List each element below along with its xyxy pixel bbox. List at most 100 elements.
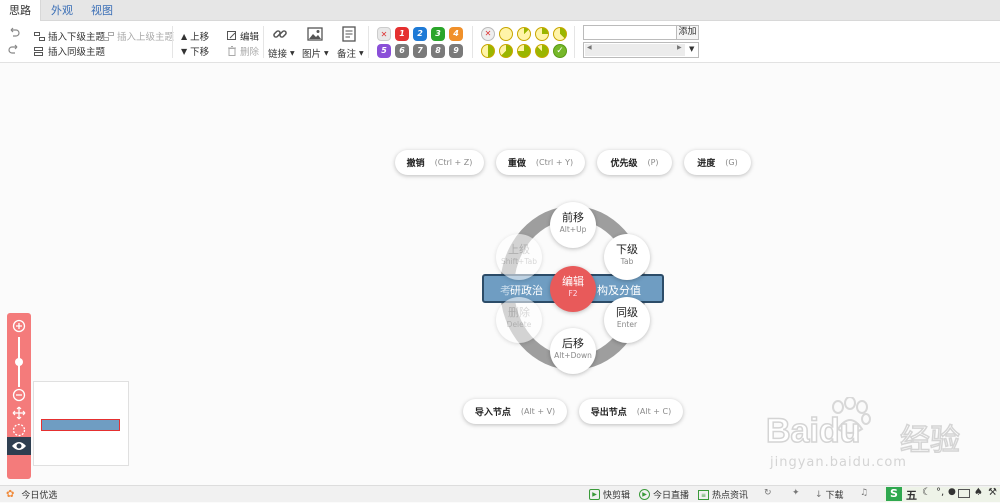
progress-2-button[interactable] [535,27,549,41]
topic-text-mid: 研政治 [510,284,543,297]
sound-icon[interactable]: ♫ [860,488,868,498]
priority-9-button[interactable]: 9 [449,44,463,58]
insert-sibling-button[interactable]: 插入同级主题 [34,44,105,58]
move-up-button[interactable]: ▲ 上移 [181,29,210,44]
zoom-in-icon[interactable] [12,319,26,333]
redo-shortcut-button[interactable]: 重做 (Ctrl + Y) [496,150,585,175]
gift-icon: ✿ [6,489,15,500]
zoom-out-icon[interactable] [12,388,26,402]
zoom-panel [7,313,31,479]
priority-6-button[interactable]: 6 [395,44,409,58]
hot-news-button[interactable]: ≡ 热点资讯 [698,488,748,501]
scroll-right-icon[interactable]: ▶ [677,44,682,51]
resource-list[interactable]: ◀ ▶ ▼ [583,42,699,58]
insert-child-button[interactable]: 插入下级主题 [34,29,105,43]
chevron-down-icon[interactable]: ▼ [689,45,694,53]
arrow-down-icon: ▼ [181,46,188,56]
move-down-button[interactable]: ▼ 下移 [181,44,210,59]
resource-input[interactable] [583,25,677,40]
add-child-button[interactable]: 下级 Tab [604,234,650,280]
progress-0-button[interactable] [499,27,513,41]
toolbar-divider [172,26,173,58]
download-button[interactable]: ↓ 下载 [815,488,844,502]
wrench-icon: ⚒ [988,487,997,498]
export-node-button[interactable]: 导出节点 (Alt + C) [579,399,683,424]
news-icon: ≡ [698,489,709,500]
toolbar-divider [472,26,473,58]
edit-node-button[interactable]: 编辑 F2 [550,266,596,312]
progress-4-button[interactable] [481,44,495,58]
progress-done-button[interactable]: ✓ [553,44,567,58]
insert-parent-button[interactable]: 插入上级主题 [103,29,174,43]
ime-mode-label: 五 [906,489,917,502]
move-up-label: 上移 [190,32,210,43]
add-parent-button[interactable]: 上级 Shift+Tab [496,234,542,280]
scroll-left-icon[interactable]: ◀ [587,44,592,51]
priority-shortcut-button[interactable]: 优先级 (P) [597,150,672,175]
priority-1-button[interactable]: 1 [395,27,409,41]
daily-pick-label: 今日优选 [21,491,58,501]
redo-icon[interactable] [8,43,20,55]
insert-child-label: 插入下级主题 [48,32,106,43]
tab-appearance[interactable]: 外观 [42,0,82,21]
quick-edit-button[interactable]: ▶ 快剪辑 [589,488,630,501]
delete-button[interactable]: 删除 [227,44,259,58]
navigator-toggle[interactable] [7,437,31,455]
add-resource-button[interactable]: 添加 [677,25,699,40]
pin-icon[interactable]: ✦ [792,488,800,498]
redo-shortcut-label: 重做 [507,159,526,169]
daily-pick-button[interactable]: ✿ 今日优选 [6,488,57,501]
edit-button[interactable]: 编辑 [227,29,259,43]
progress-1-button[interactable] [517,27,531,41]
baidu-jingyan-watermark: Baidu 经验 jingyan.baidu.com [764,389,1000,485]
note-button[interactable]: 备注 ▼ [337,46,364,60]
insert-child-icon [34,31,45,41]
link-button[interactable]: 链接 ▼ [268,46,295,60]
add-sibling-button[interactable]: 同级 Enter [604,297,650,343]
navigator-thumbnail[interactable] [33,381,129,466]
move-backward-key: Alt+Down [554,351,592,360]
priority-2-button[interactable]: 2 [413,27,427,41]
status-bar: ✿ 今日优选 ▶ 快剪辑 ▶ 今日直播 ≡ 热点资讯 ↻ ✦ ↓ 下载 ♫ S … [0,485,1000,502]
priority-7-button[interactable]: 7 [413,44,427,58]
progress-shortcut-key: (G) [725,158,738,167]
tab-view[interactable]: 视图 [82,0,122,21]
move-forward-button[interactable]: 前移 Alt+Up [550,202,596,248]
eye-icon [12,442,26,450]
priority-3-button[interactable]: 3 [431,27,445,41]
mindmap-canvas[interactable]: 撤销 (Ctrl + Z) 重做 (Ctrl + Y) 优先级 (P) 进度 (… [0,63,1000,485]
caret-down-icon: ▼ [290,49,295,57]
move-icon[interactable] [12,406,26,420]
priority-5-button[interactable]: 5 [377,44,391,58]
progress-7-button[interactable] [535,44,549,58]
tab-idea[interactable]: 思路 [0,0,41,21]
locate-center-icon[interactable] [12,423,26,437]
delete-node-button[interactable]: 删除 Delete [496,297,542,343]
progress-6-button[interactable] [517,44,531,58]
progress-5-button[interactable] [499,44,513,58]
move-backward-button[interactable]: 后移 Alt+Down [550,328,596,374]
delete-node-key: Delete [506,320,532,329]
progress-3-button[interactable] [553,27,567,41]
add-sibling-label: 同级 [616,306,638,319]
priority-remove-button[interactable]: ✕ [377,27,391,41]
image-button[interactable]: 图片 ▼ [302,46,329,60]
import-node-button[interactable]: 导入节点 (Alt + V) [463,399,567,424]
undo-shortcut-button[interactable]: 撤销 (Ctrl + Z) [395,150,484,175]
ime-bar[interactable]: S 五 ☾ °, ● ♠ ⚒ [884,487,1000,502]
priority-shortcut-key: (P) [647,158,659,167]
refresh-icon[interactable]: ↻ [764,488,772,498]
live-button[interactable]: ▶ 今日直播 [639,488,689,501]
progress-shortcut-button[interactable]: 进度 (G) [684,150,751,175]
zoom-slider-handle[interactable] [15,358,23,366]
link-label: 链接 [268,49,288,60]
priority-8-button[interactable]: 8 [431,44,445,58]
priority-4-button[interactable]: 4 [449,27,463,41]
edit-icon [227,31,236,40]
undo-icon[interactable] [8,26,20,38]
progress-remove-button[interactable]: ✕ [481,27,495,41]
move-down-label: 下移 [190,47,210,58]
toolbar-divider [263,26,264,58]
resource-scrollbar[interactable] [585,44,685,56]
caret-down-icon: ▼ [359,49,364,57]
